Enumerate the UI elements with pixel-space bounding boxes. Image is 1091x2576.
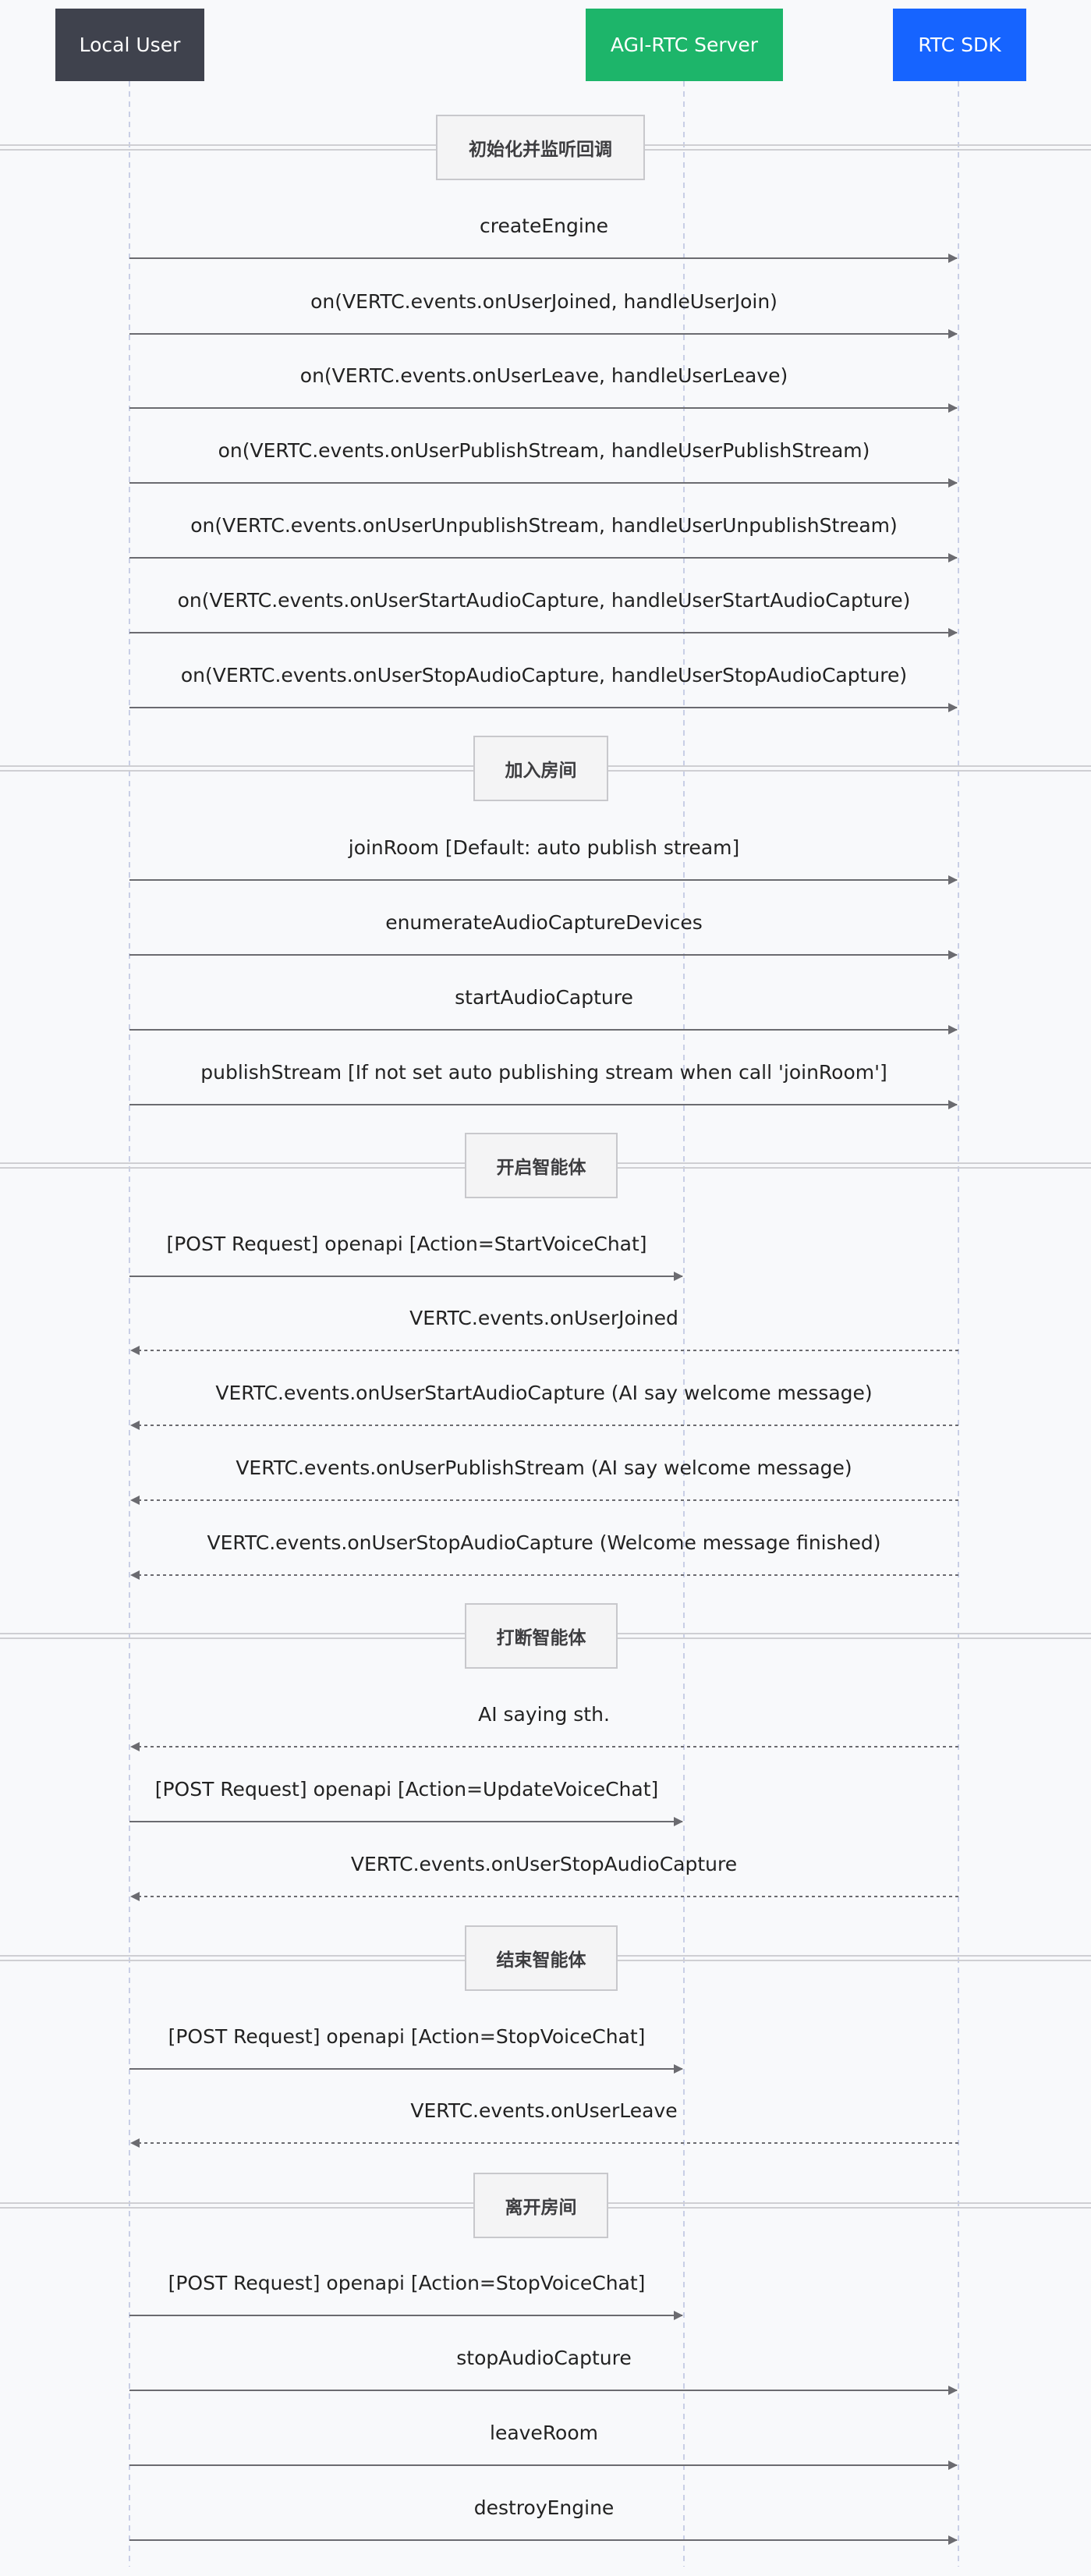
section-label: 加入房间 bbox=[473, 736, 608, 801]
message-label: on(VERTC.events.onUserStartAudioCapture,… bbox=[177, 589, 911, 612]
section-label: 结束智能体 bbox=[465, 1925, 618, 1991]
message-label: [POST Request] openapi [Action=StopVoice… bbox=[168, 2025, 646, 2048]
message-label: [POST Request] openapi [Action=StartVoic… bbox=[166, 1233, 647, 1255]
message-label: VERTC.events.onUserStartAudioCapture (AI… bbox=[215, 1382, 873, 1404]
message-label: on(VERTC.events.onUserJoined, handleUser… bbox=[310, 290, 778, 313]
message-label: [POST Request] openapi [Action=StopVoice… bbox=[168, 2272, 646, 2294]
message-label: VERTC.events.onUserLeave bbox=[410, 2099, 678, 2122]
message-label: joinRoom [Default: auto publish stream] bbox=[348, 836, 740, 859]
message-label: [POST Request] openapi [Action=UpdateVoi… bbox=[154, 1778, 659, 1801]
message-label: startAudioCapture bbox=[455, 986, 633, 1009]
message-label: createEngine bbox=[479, 215, 609, 237]
section-label: 离开房间 bbox=[473, 2173, 608, 2238]
participant-sdk: RTC SDK bbox=[893, 9, 1026, 81]
message-label: AI saying sth. bbox=[478, 1703, 610, 1726]
message-label: VERTC.events.onUserStopAudioCapture bbox=[350, 1853, 738, 1875]
message-label: on(VERTC.events.onUserStopAudioCapture, … bbox=[180, 664, 908, 687]
message-label: VERTC.events.onUserPublishStream (AI say… bbox=[236, 1457, 852, 1479]
message-label: VERTC.events.onUserStopAudioCapture (Wel… bbox=[207, 1531, 881, 1554]
message-label: stopAudioCapture bbox=[456, 2347, 632, 2369]
section-label: 初始化并监听回调 bbox=[436, 115, 645, 180]
message-label: VERTC.events.onUserJoined bbox=[409, 1307, 678, 1329]
message-label: on(VERTC.events.onUserPublishStream, han… bbox=[218, 439, 870, 462]
message-label: leaveRoom bbox=[489, 2422, 599, 2444]
participant-server: AGI-RTC Server bbox=[586, 9, 783, 81]
message-label: enumerateAudioCaptureDevices bbox=[385, 911, 703, 934]
message-label: on(VERTC.events.onUserLeave, handleUserL… bbox=[299, 364, 788, 387]
message-label: destroyEngine bbox=[473, 2496, 615, 2519]
participant-local: Local User bbox=[55, 9, 204, 81]
message-label: on(VERTC.events.onUserUnpublishStream, h… bbox=[190, 514, 898, 537]
section-label: 打断智能体 bbox=[465, 1603, 618, 1669]
message-label: publishStream [If not set auto publishin… bbox=[200, 1061, 887, 1084]
section-label: 开启智能体 bbox=[465, 1133, 618, 1198]
